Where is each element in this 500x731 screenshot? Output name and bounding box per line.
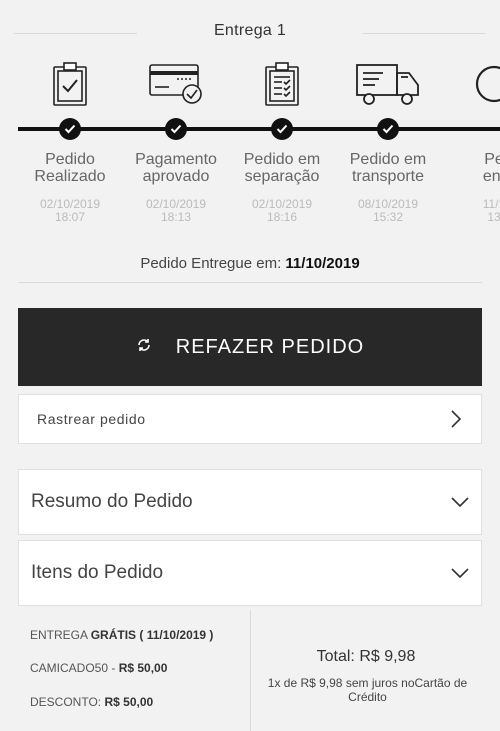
chevron-down-icon [451, 565, 469, 583]
redo-order-label: REFAZER PEDIDO [175, 335, 365, 358]
chevron-down-icon [451, 494, 469, 512]
checklist-icon [229, 61, 335, 111]
order-progress-tracker: Pedido Realizado 02/10/2019 18:07 Pagame… [0, 55, 500, 235]
installments-info: 1x de R$ 9,98 sem juros noCartão de Créd… [267, 676, 468, 704]
order-summary-label: Resumo do Pedido [31, 491, 193, 512]
track-order-button[interactable]: Rastrear pedido [18, 394, 482, 444]
step-check-icon [377, 118, 399, 140]
delivered-label: Pedido Entregue em: [140, 255, 282, 272]
shipping-value: GRÁTIS ( 11/10/2019 ) [90, 628, 214, 642]
step-date: 08/10/2019 15:32 [357, 197, 419, 224]
delivered-date: 11/10/2019 [285, 255, 360, 272]
order-summary-accordion[interactable]: Resumo do Pedido [18, 469, 482, 535]
order-summary-panel: ENTREGA GRÁTIS ( 11/10/2019 ) CAMICADO50… [18, 610, 482, 731]
summary-divider [250, 610, 251, 731]
item-value: R$ 50,00 [118, 661, 168, 675]
step-label: Pedido Realizado [34, 151, 106, 185]
step-check-icon [59, 118, 81, 140]
refresh-icon [136, 337, 152, 358]
delivered-info: Pedido Entregue em: 11/10/2019 [0, 255, 500, 272]
step-date: 02/10/2019 18:13 [145, 197, 207, 224]
step-check-icon [165, 118, 187, 140]
progress-track [18, 127, 500, 131]
delivery-title: Entrega 1 [213, 22, 287, 39]
chevron-right-icon [451, 410, 462, 433]
step-check-icon [271, 118, 293, 140]
step-label: Pagamento aprovado [135, 151, 217, 185]
item-row: CAMICADO50 - R$ 50,00 [30, 661, 167, 675]
item-label: CAMICADO50 - [30, 661, 116, 675]
delivery-header: Entrega 1 [0, 0, 500, 60]
discount-row: DESCONTO: R$ 50,00 [30, 695, 153, 709]
order-items-label: Itens do Pedido [31, 562, 164, 583]
delivered-icon [441, 61, 500, 111]
step-label: Pe ent [482, 151, 500, 185]
section-divider [18, 282, 482, 283]
redo-order-button[interactable]: REFAZER PEDIDO [18, 308, 482, 386]
discount-label: DESCONTO: [30, 695, 102, 709]
order-total: Total: R$ 9,98 [316, 648, 416, 665]
step-date: 02/10/2019 18:07 [39, 197, 101, 224]
discount-value: R$ 50,00 [104, 695, 154, 709]
order-items-accordion[interactable]: Itens do Pedido [18, 540, 482, 606]
truck-icon [335, 61, 441, 111]
step-label: Pedido em transporte [349, 151, 427, 185]
credit-card-icon [123, 61, 229, 111]
track-order-label: Rastrear pedido [37, 411, 146, 427]
shipping-row: ENTREGA GRÁTIS ( 11/10/2019 ) [30, 628, 213, 642]
step-label: Pedido em separação [243, 151, 321, 185]
clipboard-check-icon [17, 61, 123, 111]
step-date: 11/1 13 [482, 197, 500, 224]
shipping-label: ENTREGA [30, 628, 88, 642]
step-date: 02/10/2019 18:16 [251, 197, 313, 224]
